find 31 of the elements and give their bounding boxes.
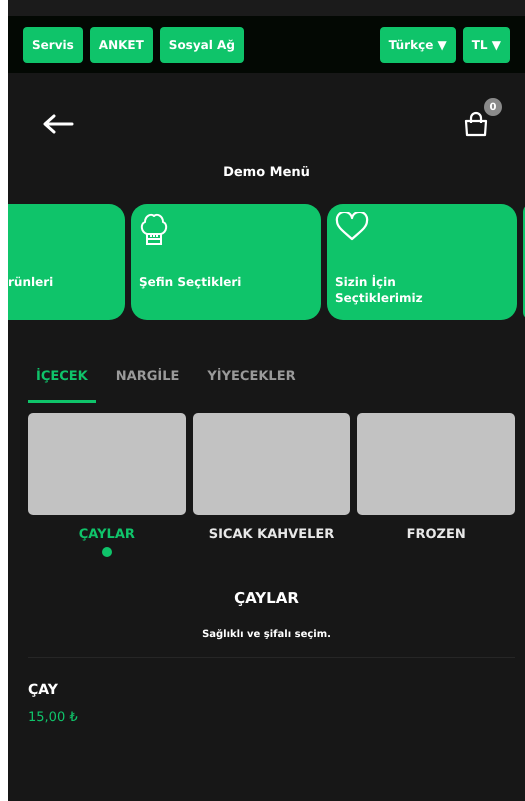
subcategory-label[interactable]: ÇAYLAR bbox=[78, 527, 135, 542]
selected-dot bbox=[102, 547, 112, 557]
section-title: ÇAYLAR bbox=[233, 589, 300, 607]
product-name: ÇAY bbox=[28, 682, 59, 698]
product-price: 15,00 ₺ bbox=[28, 710, 79, 725]
featured-card[interactable]: Şefin Seçtikleri bbox=[131, 204, 321, 320]
cart-count-badge: 0 bbox=[484, 98, 502, 116]
nav-button[interactable]: Sosyal Ağ bbox=[160, 26, 244, 62]
subcategory-label[interactable]: FROZEN bbox=[406, 527, 466, 542]
category-tab[interactable]: NARGİLE bbox=[108, 360, 188, 403]
dropdown-button[interactable]: Türkçe ▼ bbox=[380, 26, 456, 62]
nav-button[interactable]: ANKET bbox=[90, 26, 153, 62]
nav-button[interactable]: Servis bbox=[23, 26, 83, 62]
image-placeholder[interactable] bbox=[28, 413, 186, 515]
image-placeholder[interactable] bbox=[192, 413, 350, 515]
image-placeholder[interactable] bbox=[357, 413, 516, 515]
back-arrow-icon[interactable] bbox=[42, 114, 74, 134]
featured-label: Sizin İçin Seçtiklerimiz bbox=[335, 274, 424, 306]
section-description: Sağlıklı ve şifalı seçim. bbox=[201, 629, 332, 640]
featured-card[interactable]: rünleri bbox=[8, 204, 125, 320]
category-tab[interactable]: İÇECEK bbox=[28, 360, 96, 403]
heart-icon bbox=[335, 212, 369, 242]
category-tab[interactable]: YİYECEKLER bbox=[199, 360, 304, 403]
featured-label: Şefin Seçtikleri bbox=[139, 274, 242, 290]
chef-hat-icon bbox=[139, 212, 169, 246]
subcategory-label[interactable]: SICAK KAHVELER bbox=[208, 527, 334, 542]
featured-label: rünleri bbox=[8, 274, 54, 290]
menu-title: Demo Menü bbox=[222, 165, 311, 182]
dropdown-button[interactable]: TL ▼ bbox=[462, 26, 510, 62]
shopping-bag-icon[interactable] bbox=[463, 111, 489, 137]
featured-card[interactable]: Sizin İçin Seçtiklerimiz bbox=[327, 204, 517, 320]
